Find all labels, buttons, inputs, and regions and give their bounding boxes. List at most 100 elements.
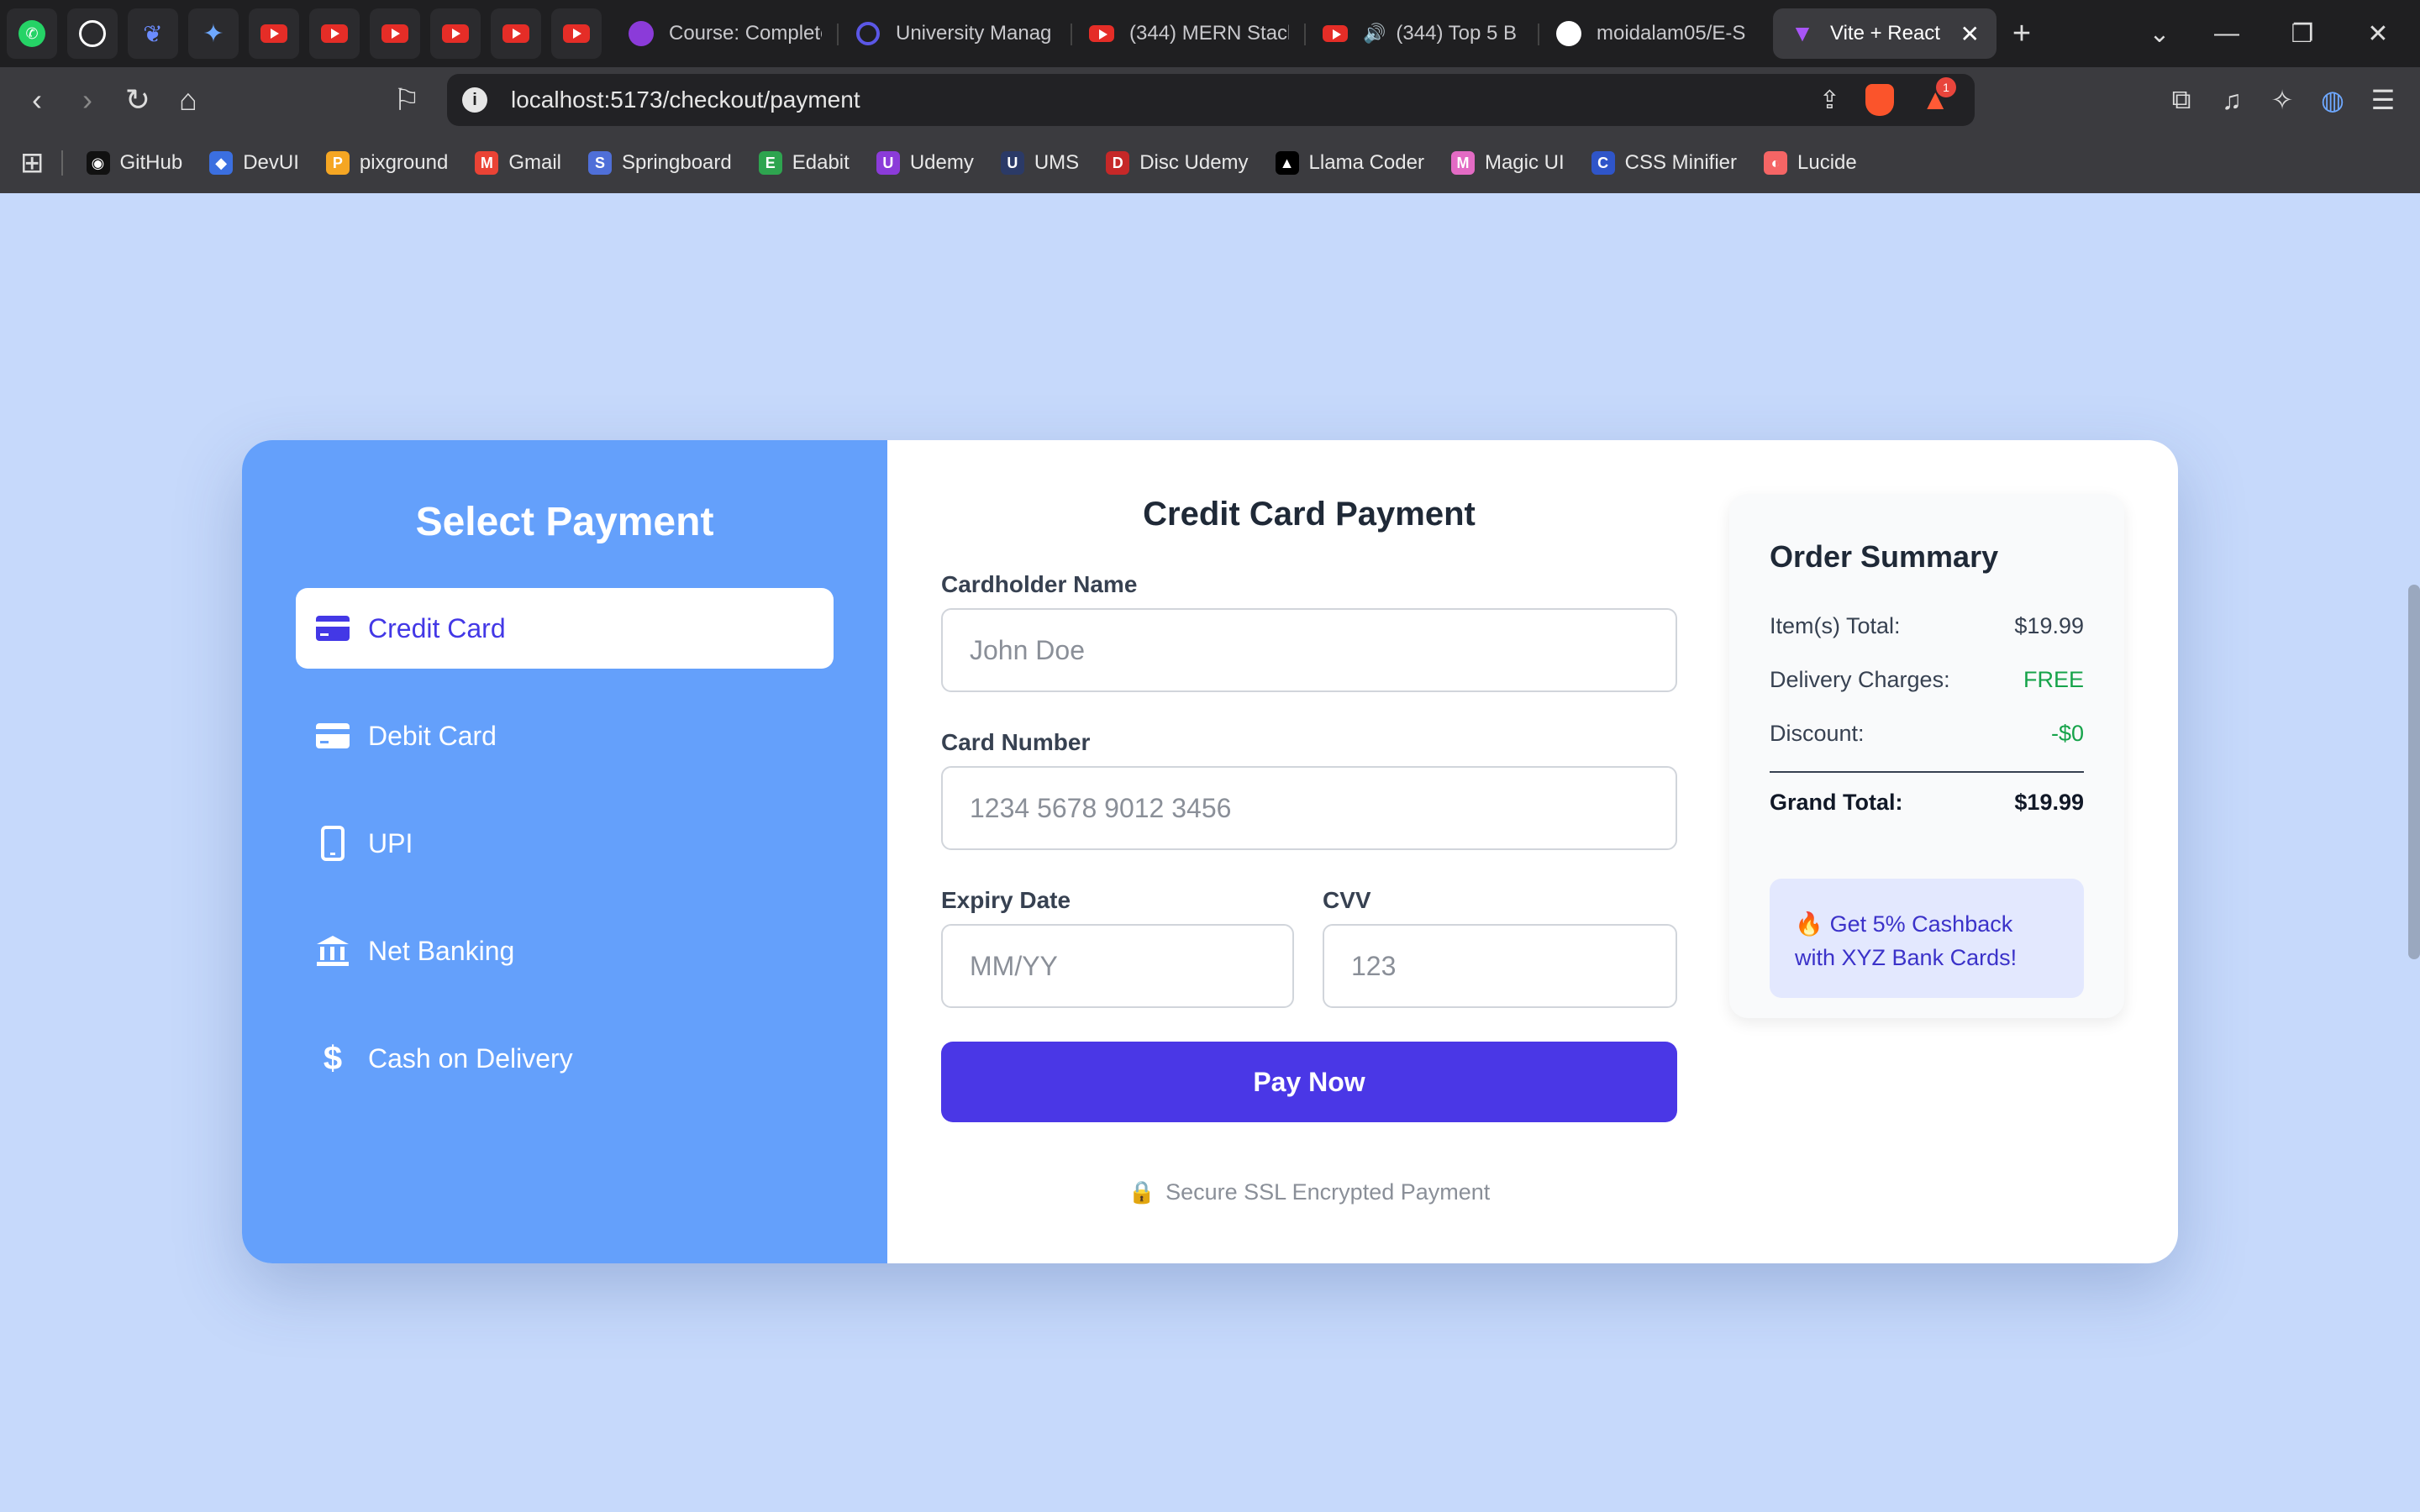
bookmark-favicon-icon: C — [1591, 151, 1615, 175]
tab-title: moidalam05/E-S — [1597, 22, 1746, 45]
discount-row: Discount: -$0 — [1770, 721, 2084, 747]
bookmark-llama-coder[interactable]: ▲ Llama Coder — [1275, 151, 1424, 175]
youtube-icon — [502, 24, 529, 43]
pinned-tab-youtube-2[interactable] — [309, 8, 360, 59]
github-icon — [1556, 21, 1581, 46]
bookmark-disc-udemy[interactable]: D Disc Udemy — [1106, 151, 1249, 175]
bookmark-css-minifier[interactable]: C CSS Minifier — [1591, 151, 1737, 175]
restore-icon[interactable]: ❐ — [2269, 0, 2336, 67]
tab-mern[interactable]: (344) MERN Stack — [1072, 8, 1306, 59]
home-icon[interactable]: ⌂ — [163, 75, 213, 125]
pinned-tab-chatgpt[interactable] — [67, 8, 118, 59]
bookmark-label: Springboard — [621, 151, 732, 174]
pinned-tab-youtube-3[interactable] — [370, 8, 420, 59]
bookmark-ums[interactable]: U UMS — [1000, 151, 1079, 175]
bookmark-gmail[interactable]: M Gmail — [475, 151, 561, 175]
bank-icon — [313, 931, 353, 971]
menu-icon[interactable]: ☰ — [2358, 75, 2408, 125]
new-tab-button[interactable]: + — [1996, 8, 2047, 59]
items-total-label: Item(s) Total: — [1770, 613, 1901, 638]
expiry-date-input[interactable] — [941, 924, 1294, 1008]
minimize-icon[interactable]: — — [2193, 0, 2260, 67]
bookmark-icon[interactable]: ⚐ — [381, 75, 432, 125]
tab-vite-react[interactable]: ▼ Vite + React ✕ — [1773, 8, 1996, 59]
gemini-icon: ✦ — [203, 19, 224, 48]
pinned-tab-whatsapp[interactable]: ✆ — [7, 8, 57, 59]
tab-course[interactable]: Course: Complete — [612, 8, 839, 59]
bookmark-label: CSS Minifier — [1624, 151, 1737, 174]
bookmark-edabit[interactable]: E Edabit — [758, 151, 850, 175]
site-info-icon[interactable]: i — [462, 87, 487, 113]
tab-search-icon[interactable]: ⌄ — [2126, 0, 2193, 67]
card-number-input[interactable] — [941, 766, 1677, 850]
back-icon[interactable]: ‹ — [12, 75, 62, 125]
secure-note-text: Secure SSL Encrypted Payment — [1165, 1179, 1491, 1205]
wallet-icon[interactable]: ◍ — [2307, 75, 2358, 125]
pay-now-button[interactable]: Pay Now — [941, 1042, 1677, 1122]
tab-university[interactable]: University Manag — [839, 8, 1072, 59]
bookmark-favicon-icon: ▲ — [1275, 151, 1299, 175]
bookmark-github[interactable]: ◉ GitHub — [86, 151, 183, 175]
address-bar[interactable]: i localhost:5173/checkout/payment ⇪ ▲ 1 — [447, 74, 1975, 126]
bookmark-udemy[interactable]: U Udemy — [876, 151, 974, 175]
forward-icon[interactable]: › — [62, 75, 113, 125]
payment-method-label: Net Banking — [368, 935, 515, 966]
bookmark-devui[interactable]: ◆ DevUI — [209, 151, 299, 175]
youtube-icon — [1323, 21, 1348, 46]
bookmark-list: ◉ GitHub ◆ DevUI Ppixground M Gmail S Springboar… — [86, 151, 1884, 175]
page-scrollbar[interactable] — [2408, 585, 2420, 959]
tab-top5[interactable]: 🔊 (344) Top 5 B — [1306, 8, 1539, 59]
youtube-icon — [563, 24, 590, 43]
youtube-icon — [1089, 21, 1114, 46]
pinned-tab-youtube-1[interactable] — [249, 8, 299, 59]
bookmark-label: GitHub — [119, 151, 183, 174]
close-tab-icon[interactable]: ✕ — [1960, 20, 1980, 48]
speaker-icon[interactable]: 🔊 — [1363, 23, 1386, 45]
cvv-input[interactable] — [1323, 924, 1677, 1008]
payment-method-debit-card[interactable]: Debit Card — [296, 696, 834, 776]
payment-method-label: Debit Card — [368, 720, 497, 751]
pinned-tab-youtube-5[interactable] — [491, 8, 541, 59]
grand-total-row: Grand Total: $19.99 — [1770, 790, 2084, 816]
bookmark-label: Llama Coder — [1308, 151, 1424, 174]
delivery-charges-row: Delivery Charges: FREE — [1770, 667, 2084, 693]
bookmark-lucide[interactable]: ◐ Lucide — [1764, 151, 1857, 175]
reload-icon[interactable]: ↻ — [113, 75, 163, 125]
bookmark-pixground[interactable]: Ppixground — [325, 151, 448, 175]
payment-method-credit-card[interactable]: Credit Card — [296, 588, 834, 669]
pinned-tab-youtube-4[interactable] — [430, 8, 481, 59]
leo-ai-icon[interactable]: ✧ — [2257, 75, 2307, 125]
bookmark-favicon-icon: D — [1106, 151, 1130, 175]
payment-method-sidebar: Select Payment Credit Card Debit Card UP… — [242, 440, 887, 1263]
discount-value: -$0 — [2050, 721, 2084, 746]
bookmarks-divider — [60, 150, 63, 176]
circle-icon — [855, 21, 881, 46]
apps-grid-icon[interactable]: ⊞ — [20, 146, 45, 180]
pinned-tab-deepseek[interactable]: ❦ — [128, 8, 178, 59]
payment-method-cash-on-delivery[interactable]: $ Cash on Delivery — [296, 1018, 834, 1099]
grand-total-value: $19.99 — [2014, 790, 2084, 815]
bookmark-favicon-icon: ◐ — [1764, 151, 1787, 175]
share-icon[interactable]: ⇪ — [1819, 86, 1840, 115]
notification-badge: 1 — [1936, 77, 1956, 97]
promo-text: Get 5% Cashback with XYZ Bank Cards! — [1795, 911, 2018, 970]
fire-icon: 🔥 — [1795, 911, 1823, 937]
cardholder-name-input[interactable] — [941, 608, 1677, 692]
pinned-tab-youtube-6[interactable] — [551, 8, 602, 59]
extensions-icon[interactable]: ⧉ — [2156, 75, 2207, 125]
bookmark-magic-ui[interactable]: M Magic UI — [1450, 151, 1565, 175]
summary-divider — [1770, 771, 2084, 773]
pinned-tab-gemini[interactable]: ✦ — [188, 8, 239, 59]
brave-shield-icon[interactable] — [1865, 84, 1894, 116]
payment-method-upi[interactable]: UPI — [296, 803, 834, 884]
bookmark-favicon-icon: E — [758, 151, 782, 175]
bookmark-label: Udemy — [909, 151, 974, 174]
bookmark-springboard[interactable]: S Springboard — [587, 151, 732, 175]
close-window-icon[interactable]: ✕ — [2344, 0, 2412, 67]
bookmark-label: Edabit — [792, 151, 850, 174]
bookmark-favicon-icon: U — [1000, 151, 1024, 175]
media-icon[interactable]: ♫ — [2207, 75, 2257, 125]
tab-title: (344) Top 5 B — [1396, 22, 1518, 45]
payment-method-net-banking[interactable]: Net Banking — [296, 911, 834, 991]
tab-github[interactable]: moidalam05/E-S — [1539, 8, 1773, 59]
